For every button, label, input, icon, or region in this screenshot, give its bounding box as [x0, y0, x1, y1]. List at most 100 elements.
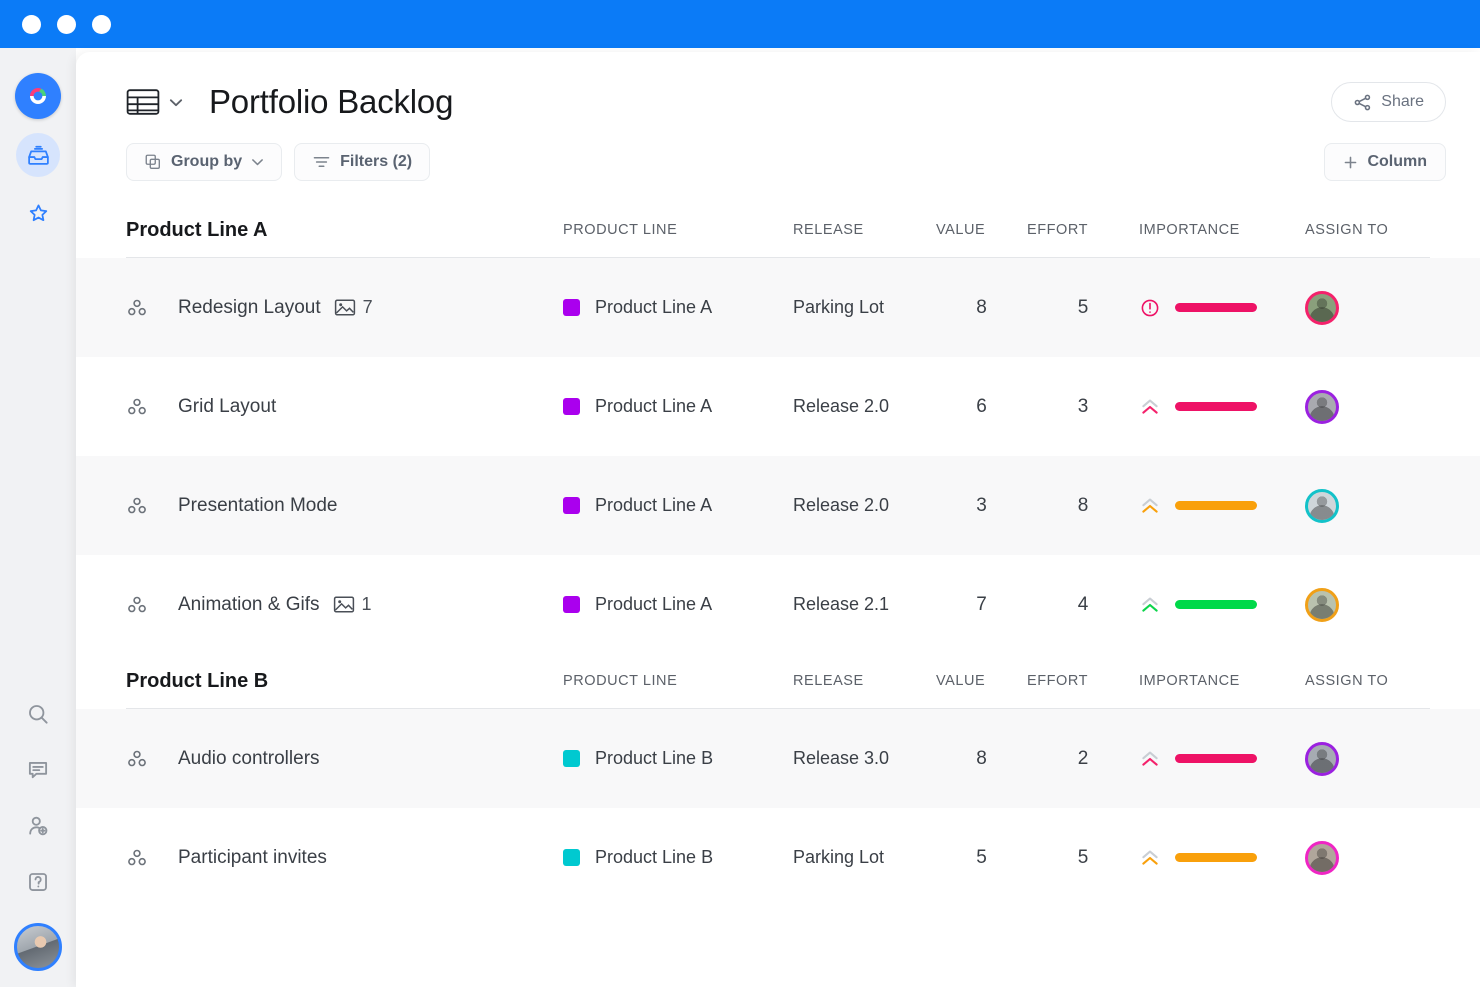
column-header-release[interactable]: RELEASE — [793, 673, 936, 689]
chevrons-up-icon — [1139, 396, 1161, 418]
sidebar-item-favorites[interactable] — [16, 191, 60, 235]
product-line-cell[interactable]: Product Line A — [563, 396, 793, 417]
clickup-logo[interactable] — [15, 73, 61, 119]
attachment-indicator[interactable]: 7 — [334, 297, 373, 318]
task-type-icon-cell[interactable] — [126, 396, 178, 418]
importance-bar — [1175, 754, 1257, 763]
column-header-assign_to[interactable]: ASSIGN TO — [1305, 222, 1445, 238]
table-row[interactable]: Presentation Mode Product Line A Release… — [76, 456, 1480, 555]
group-by-button[interactable]: Group by — [126, 143, 282, 181]
table-row[interactable]: Participant invites Product Line B Parki… — [76, 808, 1480, 907]
assignee-cell[interactable] — [1305, 742, 1445, 776]
product-line-cell[interactable]: Product Line B — [563, 748, 793, 769]
effort-cell[interactable]: 2 — [1027, 748, 1139, 770]
product-line-label: Product Line A — [595, 495, 712, 516]
column-header-release[interactable]: RELEASE — [793, 222, 936, 238]
importance-cell[interactable] — [1139, 847, 1305, 869]
value-cell[interactable]: 8 — [936, 297, 1027, 319]
value-cell[interactable]: 7 — [936, 594, 1027, 616]
task-name-cell[interactable]: Redesign Layout 7 — [178, 297, 563, 319]
sidebar-item-inbox[interactable] — [16, 133, 60, 177]
effort-cell[interactable]: 5 — [1027, 297, 1139, 319]
column-header-product_line[interactable]: PRODUCT LINE — [563, 222, 793, 238]
column-header-value[interactable]: VALUE — [936, 673, 1027, 689]
sidebar-item-comments[interactable] — [23, 755, 53, 785]
product-line-label: Product Line B — [595, 748, 713, 769]
release-cell[interactable]: Release 2.0 — [793, 495, 936, 516]
column-header-value[interactable]: VALUE — [936, 222, 1027, 238]
value-cell[interactable]: 6 — [936, 396, 1027, 418]
product-line-cell[interactable]: Product Line A — [563, 495, 793, 516]
assignee-cell[interactable] — [1305, 291, 1445, 325]
importance-cell[interactable] — [1139, 495, 1305, 517]
effort-cell[interactable]: 5 — [1027, 847, 1139, 869]
task-type-icon-cell[interactable] — [126, 748, 178, 770]
assignee-cell[interactable] — [1305, 390, 1445, 424]
importance-cell[interactable] — [1139, 594, 1305, 616]
table-row[interactable]: Audio controllers Product Line B Release… — [76, 709, 1480, 808]
release-cell[interactable]: Release 2.1 — [793, 594, 936, 615]
table-view-icon[interactable] — [126, 87, 160, 117]
group-icon — [144, 153, 162, 171]
product-line-cell[interactable]: Product Line A — [563, 594, 793, 615]
importance-cell[interactable] — [1139, 297, 1305, 319]
release-cell[interactable]: Parking Lot — [793, 847, 936, 868]
column-header-effort[interactable]: EFFORT — [1027, 673, 1139, 689]
assignee-cell[interactable] — [1305, 841, 1445, 875]
maximize-window-button[interactable] — [92, 15, 111, 34]
sidebar-item-invite[interactable] — [23, 811, 53, 841]
minimize-window-button[interactable] — [57, 15, 76, 34]
column-header-assign_to[interactable]: ASSIGN TO — [1305, 673, 1445, 689]
assignee-cell[interactable] — [1305, 588, 1445, 622]
task-name-label: Redesign Layout — [178, 297, 321, 319]
filters-label: Filters (2) — [340, 153, 412, 171]
value-cell[interactable]: 8 — [936, 748, 1027, 770]
value-cell[interactable]: 5 — [936, 847, 1027, 869]
importance-cell[interactable] — [1139, 396, 1305, 418]
product-line-cell[interactable]: Product Line A — [563, 297, 793, 318]
release-cell[interactable]: Release 2.0 — [793, 396, 936, 417]
release-cell[interactable]: Parking Lot — [793, 297, 936, 318]
task-type-icon-cell[interactable] — [126, 495, 178, 517]
share-button[interactable]: Share — [1331, 82, 1446, 122]
release-cell[interactable]: Release 3.0 — [793, 748, 936, 769]
user-avatar[interactable] — [14, 923, 62, 971]
column-header-product_line[interactable]: PRODUCT LINE — [563, 673, 793, 689]
attachment-count: 7 — [363, 297, 373, 318]
task-type-icon-cell[interactable] — [126, 847, 178, 869]
filters-button[interactable]: Filters (2) — [294, 143, 430, 181]
effort-cell[interactable]: 8 — [1027, 495, 1139, 517]
column-header-effort[interactable]: EFFORT — [1027, 222, 1139, 238]
avatar — [1305, 390, 1339, 424]
chevron-down-icon — [251, 158, 264, 166]
column-header-importance[interactable]: IMPORTANCE — [1139, 673, 1305, 689]
column-header-importance[interactable]: IMPORTANCE — [1139, 222, 1305, 238]
view-header: Portfolio Backlog Share — [76, 52, 1480, 122]
effort-cell[interactable]: 4 — [1027, 594, 1139, 616]
task-name-cell[interactable]: Animation & Gifs 1 — [178, 594, 563, 616]
task-name-cell[interactable]: Audio controllers — [178, 748, 563, 770]
task-type-icon-cell[interactable] — [126, 594, 178, 616]
product-line-cell[interactable]: Product Line B — [563, 847, 793, 868]
task-name-cell[interactable]: Grid Layout — [178, 396, 563, 418]
add-column-button[interactable]: Column — [1324, 143, 1446, 181]
task-type-icon-cell[interactable] — [126, 297, 178, 319]
attachment-indicator[interactable]: 1 — [333, 594, 372, 615]
task-name-label: Grid Layout — [178, 396, 276, 418]
task-name-cell[interactable]: Presentation Mode — [178, 495, 563, 517]
table-row[interactable]: Redesign Layout 7 Product Line A Parking… — [76, 258, 1480, 357]
group-by-label: Group by — [171, 153, 242, 171]
effort-cell[interactable]: 3 — [1027, 396, 1139, 418]
table-row[interactable]: Grid Layout Product Line A Release 2.0 6… — [76, 357, 1480, 456]
table-row[interactable]: Animation & Gifs 1 Product Line A Releas… — [76, 555, 1480, 654]
close-window-button[interactable] — [22, 15, 41, 34]
sidebar-item-help[interactable] — [23, 867, 53, 897]
importance-cell[interactable] — [1139, 748, 1305, 770]
assignee-cell[interactable] — [1305, 489, 1445, 523]
value-cell[interactable]: 3 — [936, 495, 1027, 517]
task-name-cell[interactable]: Participant invites — [178, 847, 563, 869]
sidebar-item-search[interactable] — [23, 699, 53, 729]
task-name-label: Animation & Gifs — [178, 594, 320, 616]
chevron-down-icon[interactable] — [169, 98, 183, 107]
task-group-icon — [126, 847, 148, 869]
